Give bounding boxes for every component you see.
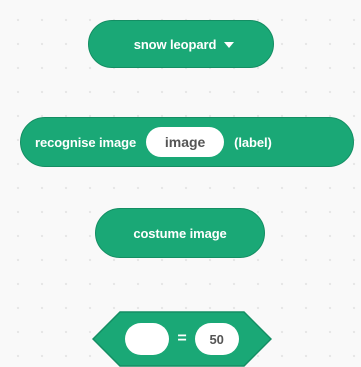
recognise-image-block[interactable]: recognise image image (label) (20, 117, 354, 167)
right-operand-slot[interactable]: 50 (194, 323, 239, 355)
costume-block-label: costume image (133, 225, 227, 241)
equals-boolean-block[interactable]: = 50 (92, 311, 272, 367)
dropdown-block-label: snow leopard (133, 36, 217, 52)
recognise-block-label: recognise image (35, 134, 137, 150)
image-input-slot[interactable]: image (146, 127, 225, 157)
dropdown-arrow-icon[interactable] (224, 42, 235, 48)
costume-image-block[interactable]: costume image (95, 208, 265, 258)
equals-operator: = (177, 330, 187, 347)
snow-leopard-reporter-block[interactable]: snow leopard (88, 20, 274, 68)
code-workspace: snow leopard recognise image image (labe… (0, 0, 361, 367)
left-operand-slot[interactable] (125, 323, 170, 355)
recognise-block-suffix: (label) (234, 134, 272, 150)
